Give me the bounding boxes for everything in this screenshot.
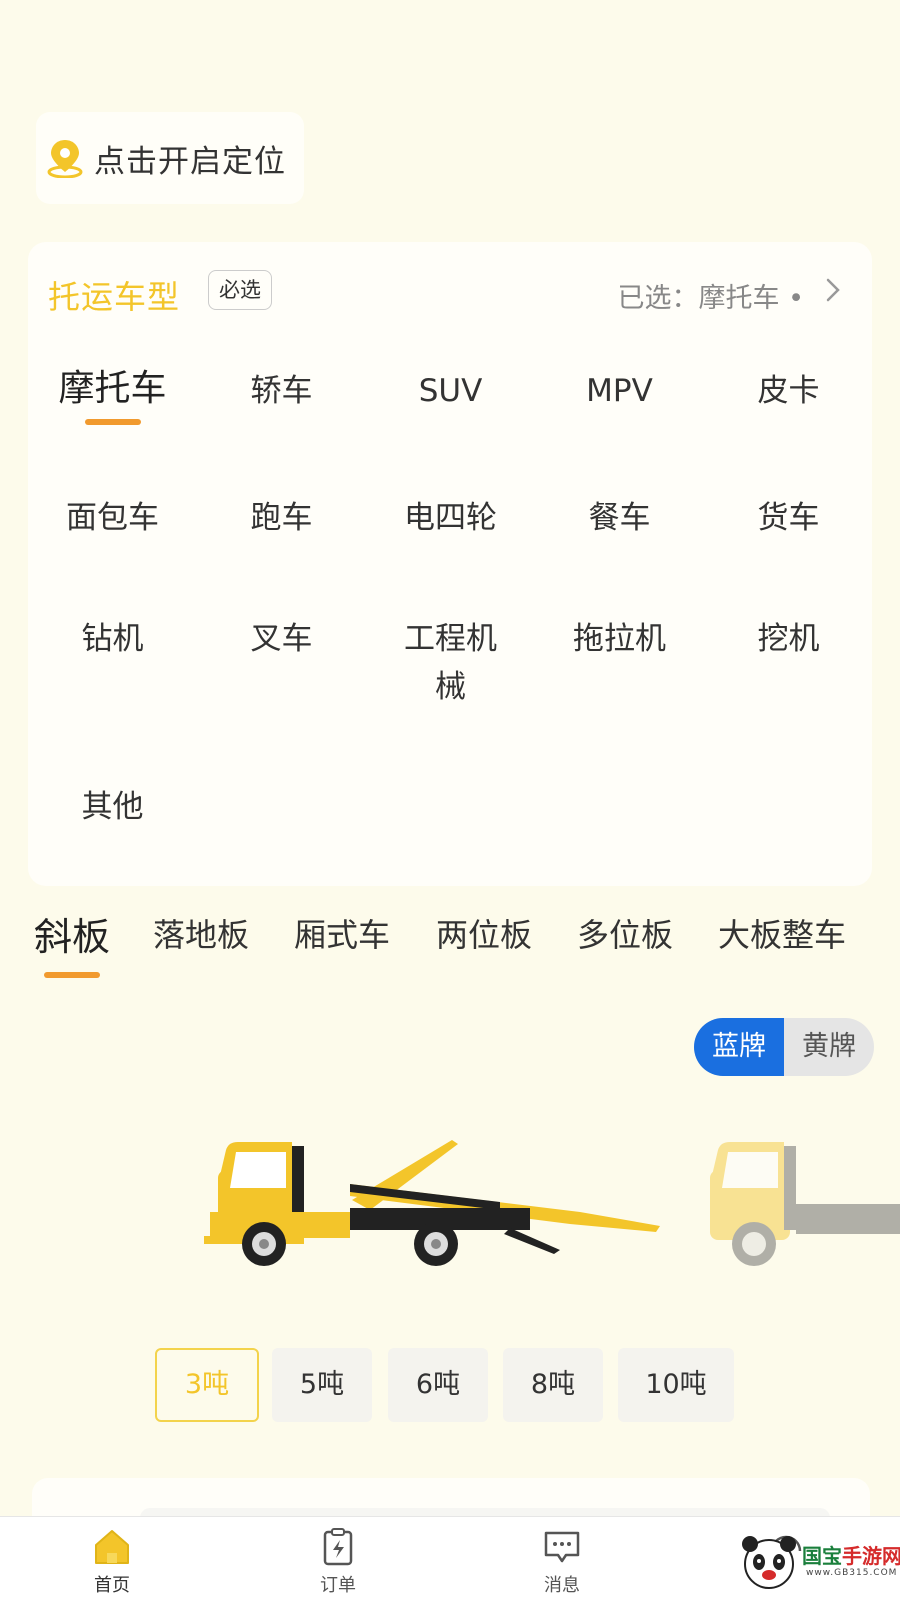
panda-logo-icon xyxy=(742,1536,796,1589)
flatbed-truck-illustration xyxy=(204,1140,660,1266)
order-icon xyxy=(323,1528,353,1566)
vehicle-type-option[interactable]: 其他 xyxy=(28,783,197,831)
vehicle-type-option[interactable]: 工程机械 xyxy=(366,615,535,711)
vehicle-type-option-label: 拖拉机 xyxy=(573,621,666,657)
vehicle-type-option-label: 餐车 xyxy=(588,500,651,536)
plate-color-option[interactable]: 黄牌 xyxy=(784,1018,874,1076)
plate-color-toggle: 蓝牌 黄牌 xyxy=(694,1018,874,1076)
vehicle-type-option[interactable]: 摩托车 xyxy=(28,365,197,425)
tonnage-option[interactable]: 6吨 xyxy=(388,1348,488,1422)
vehicle-type-option-label: 皮卡 xyxy=(757,373,820,409)
vehicle-type-option-label: 其他 xyxy=(81,789,144,825)
truck-type-tab-label: 落地板 xyxy=(153,916,250,954)
tonnage-selector: 3吨 5吨 6吨 8吨 10吨 xyxy=(0,1348,900,1424)
vehicle-type-option-label: 摩托车 xyxy=(58,368,167,409)
tonnage-option[interactable]: 3吨 xyxy=(155,1348,259,1422)
vehicle-type-option[interactable]: 钻机 xyxy=(28,615,197,663)
truck-type-tab-label: 多位板 xyxy=(577,916,674,954)
watermark-brand: 国宝手游网 xyxy=(802,1544,900,1568)
vehicle-type-card: 托运车型 必选 已选：摩托车 • 摩托车 轿车 SUV MPV 皮卡面包车 跑车 电四轮 餐车… xyxy=(28,242,872,886)
chevron-right-icon[interactable] xyxy=(824,276,842,304)
selected-summary[interactable]: 已选：摩托车 • xyxy=(617,276,804,315)
vehicle-type-option-label: 面包车 xyxy=(66,500,159,536)
location-button[interactable]: 点击开启定位 xyxy=(36,112,304,204)
message-icon xyxy=(544,1531,580,1563)
tonnage-option[interactable]: 8吨 xyxy=(503,1348,603,1422)
watermark-domain: www.GB315.COM xyxy=(806,1568,898,1578)
tab-home[interactable]: 首页 xyxy=(52,1527,172,1597)
vehicle-type-option-label: 叉车 xyxy=(250,621,313,657)
vehicle-type-option-label: 工程机械 xyxy=(404,621,497,705)
watermark-logo: 国宝手游网 www.GB315.COM xyxy=(740,1530,900,1600)
vehicle-type-option[interactable]: 货车 xyxy=(704,494,873,542)
home-icon xyxy=(95,1530,129,1564)
selected-indicator xyxy=(84,419,141,425)
vehicle-type-header: 托运车型 必选 已选：摩托车 • xyxy=(48,270,852,316)
truck-type-tab-label: 两位板 xyxy=(436,916,533,954)
vehicle-type-option-label: 轿车 xyxy=(250,373,313,409)
vehicle-type-option-label: 货车 xyxy=(757,500,820,536)
tonnage-option[interactable]: 5吨 xyxy=(272,1348,372,1422)
vehicle-type-option-label: 挖机 xyxy=(757,621,820,657)
vehicle-type-option[interactable]: 电四轮 xyxy=(366,494,535,542)
truck-type-tab[interactable]: 斜板 xyxy=(34,912,111,978)
truck-type-tab-label: 厢式车 xyxy=(294,916,391,954)
vehicle-type-option[interactable]: MPV xyxy=(535,367,704,415)
flatbed-truck-preview-next xyxy=(710,1142,900,1266)
selected-indicator xyxy=(44,972,100,978)
vehicle-type-option[interactable]: 叉车 xyxy=(197,615,366,663)
truck-type-tab[interactable]: 多位板 xyxy=(577,910,673,960)
vehicle-type-option[interactable]: 餐车 xyxy=(535,494,704,542)
vehicle-type-option-label: 跑车 xyxy=(250,500,313,536)
tab-home-label: 首页 xyxy=(94,1575,130,1596)
truck-type-tabs: 斜板 落地板 厢式车 两位板 多位板 大板整车 xyxy=(0,910,900,980)
truck-type-tab-label: 大板整车 xyxy=(718,916,847,954)
vehicle-type-title: 托运车型 xyxy=(48,278,181,316)
truck-type-tab[interactable]: 大板整车 xyxy=(718,910,846,960)
tab-messages-label: 消息 xyxy=(544,1575,580,1596)
tab-orders-label: 订单 xyxy=(320,1575,356,1596)
vehicle-type-option[interactable]: SUV xyxy=(366,367,535,415)
vehicle-type-option[interactable]: 面包车 xyxy=(28,494,197,542)
plate-color-option[interactable]: 蓝牌 xyxy=(694,1018,784,1076)
vehicle-type-option[interactable]: 挖机 xyxy=(704,615,873,663)
vehicle-type-option[interactable]: 拖拉机 xyxy=(535,615,704,663)
vehicle-type-option-label: 钻机 xyxy=(81,621,144,657)
vehicle-type-option[interactable]: 跑车 xyxy=(197,494,366,542)
vehicle-type-option-label: MPV xyxy=(586,373,653,409)
truck-type-tab[interactable]: 两位板 xyxy=(436,910,532,960)
truck-type-tab[interactable]: 厢式车 xyxy=(294,910,390,960)
vehicle-type-option[interactable]: 皮卡 xyxy=(704,367,873,415)
truck-type-tab[interactable]: 落地板 xyxy=(153,910,249,960)
location-pin-icon xyxy=(47,140,83,178)
tab-orders[interactable]: 订单 xyxy=(278,1527,398,1597)
vehicle-type-option-label: SUV xyxy=(418,373,483,409)
location-label: 点击开启定位 xyxy=(94,143,286,180)
vehicle-type-option-label: 电四轮 xyxy=(404,500,497,536)
tonnage-option[interactable]: 10吨 xyxy=(618,1348,734,1422)
vehicle-type-option[interactable]: 轿车 xyxy=(197,367,366,415)
required-tag: 必选 xyxy=(208,270,272,310)
truck-type-tab-label: 斜板 xyxy=(34,915,111,959)
tab-messages[interactable]: 消息 xyxy=(502,1527,622,1597)
